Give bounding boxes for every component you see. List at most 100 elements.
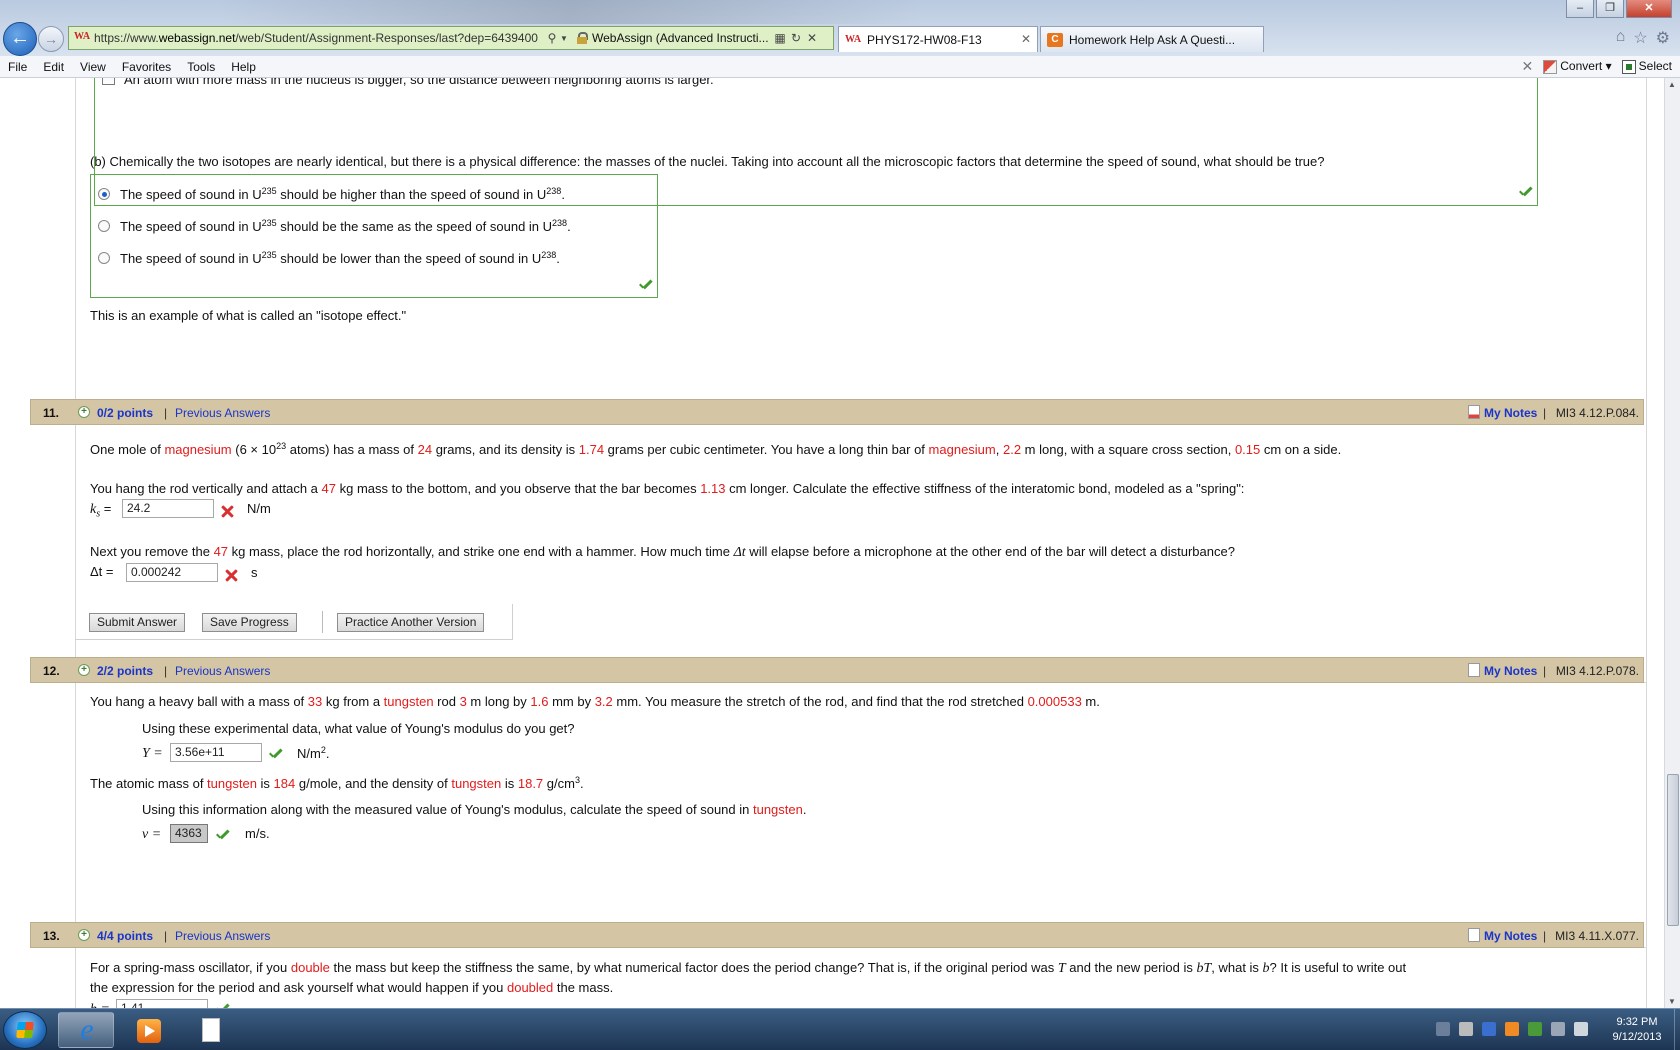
radio-option-lower[interactable] [98, 252, 110, 264]
ks-input[interactable]: 24.2 [122, 499, 214, 518]
start-button[interactable] [3, 1011, 47, 1049]
checkbox-larger-distance[interactable] [102, 78, 115, 85]
save-progress-button[interactable]: Save Progress [202, 613, 297, 632]
minimize-button[interactable]: – [1566, 0, 1594, 18]
close-tab-icon[interactable]: ✕ [1021, 32, 1031, 46]
radio-option-higher[interactable] [98, 188, 110, 200]
notes-icon[interactable] [1468, 405, 1480, 419]
lock-icon[interactable] [576, 32, 588, 44]
home-icon[interactable]: ⌂ [1616, 28, 1626, 48]
b-input[interactable]: 1.41 [116, 999, 208, 1008]
maximize-button[interactable]: ❐ [1596, 0, 1624, 18]
radio-option-same[interactable] [98, 220, 110, 232]
text: The atomic mass of [90, 776, 208, 791]
chegg-icon: C [1047, 32, 1063, 47]
scroll-up-icon[interactable]: ▲ [1668, 80, 1676, 89]
text: g/mole, and the density of [295, 776, 452, 791]
text: cm on a side. [1260, 442, 1342, 457]
option-lower: The speed of sound in U235 should be low… [120, 250, 560, 266]
q11-text-3: Next you remove the 47 kg mass, place th… [90, 544, 1235, 561]
shield-icon[interactable] [1482, 1022, 1496, 1036]
convert-button[interactable]: Convert ▾ [1543, 59, 1612, 74]
text: , [995, 442, 1003, 457]
address-bar[interactable]: WA https://www.webassign.net/web/Student… [68, 26, 834, 50]
favorites-star-icon[interactable]: ☆ [1633, 28, 1647, 48]
menu-file[interactable]: File [0, 60, 35, 74]
page-scrollbar[interactable]: ▲ ▼ [1664, 78, 1680, 1008]
metal-name: magnesium [164, 442, 232, 457]
menu-tools[interactable]: Tools [179, 60, 223, 74]
tab-label: PHYS172-HW08-F13 [867, 32, 982, 47]
update-icon[interactable] [1505, 1022, 1519, 1036]
prompt-youngs-modulus: Using these experimental data, what valu… [142, 721, 575, 736]
option-post: . [567, 219, 571, 234]
menu-view[interactable]: View [72, 60, 114, 74]
expand-plus-icon[interactable]: + [78, 406, 90, 418]
period-symbol: T [1057, 961, 1066, 976]
points-link[interactable]: 2/2 points [97, 664, 153, 678]
internet-explorer-icon: e [80, 1013, 94, 1046]
forward-button[interactable]: → [38, 26, 64, 52]
site-identity[interactable]: WebAssign (Advanced Instructi... [592, 31, 772, 45]
previous-answers-link[interactable]: Previous Answers [175, 664, 270, 678]
tab-homework-help[interactable]: C Homework Help Ask A Questi... [1040, 26, 1264, 52]
url-field[interactable]: https://www.webassign.net/web/Student/As… [94, 31, 544, 45]
volume-icon[interactable] [1574, 1022, 1588, 1036]
v-input[interactable]: 4363 [170, 824, 208, 843]
my-notes-link[interactable]: My Notes [1484, 929, 1537, 943]
taskbar-media-player[interactable] [120, 1012, 176, 1048]
expand-plus-icon[interactable]: + [78, 664, 90, 676]
close-toolbar-icon[interactable]: ✕ [1522, 58, 1534, 75]
my-notes-link[interactable]: My Notes [1484, 406, 1537, 420]
close-window-button[interactable]: ✕ [1626, 0, 1672, 18]
incorrect-x-icon [224, 568, 238, 582]
gear-icon[interactable]: ⚙ [1656, 28, 1670, 48]
my-notes-link[interactable]: My Notes [1484, 664, 1537, 678]
option-pre: The speed of sound in U [120, 219, 262, 234]
scroll-down-icon[interactable]: ▼ [1668, 997, 1676, 1006]
tab-phys172[interactable]: WA PHYS172-HW08-F13 ✕ [838, 26, 1038, 52]
webassign-icon: WA [845, 33, 862, 45]
back-button[interactable]: ← [3, 22, 37, 56]
option-higher: The speed of sound in U235 should be hig… [120, 186, 565, 202]
menu-favorites[interactable]: Favorites [114, 60, 179, 74]
speaker-icon[interactable] [1436, 1022, 1450, 1036]
refresh-icon[interactable]: ↻ [788, 31, 804, 45]
taskbar-internet-explorer[interactable]: e [58, 1012, 114, 1048]
search-icon[interactable]: ⚲ [544, 31, 560, 45]
menu-help[interactable]: Help [223, 60, 264, 74]
select-button[interactable]: Select [1621, 59, 1672, 74]
notes-icon[interactable] [1468, 663, 1480, 677]
flag-icon[interactable] [1528, 1022, 1542, 1036]
menu-edit[interactable]: Edit [35, 60, 72, 74]
practice-another-version-button[interactable]: Practice Another Version [337, 613, 485, 632]
compatibility-icon[interactable]: ▦ [772, 31, 788, 45]
points-link[interactable]: 4/4 points [97, 929, 153, 943]
dt-unit: s [251, 565, 258, 580]
expand-plus-icon[interactable]: + [78, 929, 90, 941]
stop-icon[interactable]: ✕ [804, 31, 820, 45]
y-input[interactable]: 3.56e+11 [170, 743, 262, 762]
previous-answers-link[interactable]: Previous Answers [175, 929, 270, 943]
network-icon[interactable] [1551, 1022, 1565, 1036]
option-post: . [556, 251, 560, 266]
option-mid: should be lower than the speed of sound … [276, 251, 542, 266]
dt-input[interactable]: 0.000242 [126, 563, 218, 582]
text: the mass. [553, 980, 614, 995]
system-clock[interactable]: 9:32 PM 9/12/2013 [1602, 1015, 1672, 1045]
chevron-down-icon[interactable]: ▼ [560, 34, 572, 43]
stretch-value: 0.000533 [1027, 694, 1082, 709]
scrollbar-thumb[interactable] [1667, 774, 1679, 926]
device-icon[interactable] [1459, 1022, 1473, 1036]
notes-icon[interactable] [1468, 928, 1480, 942]
show-desktop-button[interactable] [1674, 1009, 1680, 1050]
submit-answer-button[interactable]: Submit Answer [89, 613, 186, 632]
text: cm longer. Calculate the effective stiff… [725, 481, 1245, 496]
text: g/cm [543, 776, 575, 791]
taskbar-document[interactable] [182, 1012, 238, 1048]
exponent: 23 [276, 441, 287, 451]
points-link[interactable]: 0/2 points [97, 406, 153, 420]
browser-toolbar-right: ⌂ ☆ ⚙ [1616, 28, 1670, 48]
previous-answers-link[interactable]: Previous Answers [175, 406, 270, 420]
mass-value: 47 [213, 544, 229, 559]
